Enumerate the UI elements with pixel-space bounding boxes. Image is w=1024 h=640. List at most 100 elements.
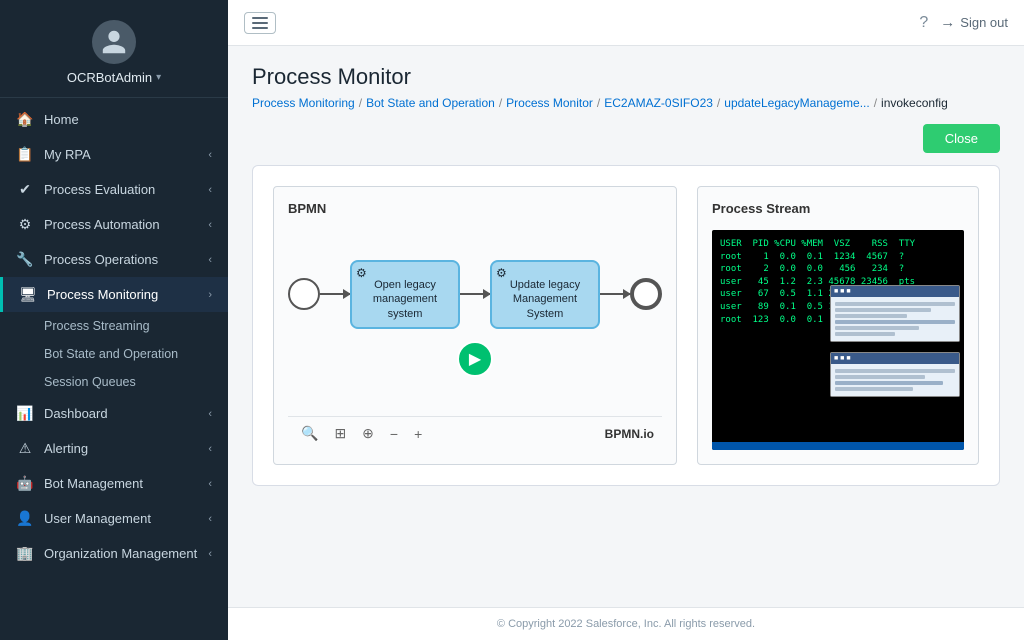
fake-window-title-text: ■ ■ ■ [834,288,851,295]
my-rpa-icon: 📋 [16,146,34,163]
bpmn-task-1[interactable]: ⚙ Open legacy management system [350,260,460,329]
fake-window-1-row-6 [835,332,895,336]
user-name-label[interactable]: OCRBotAdmin ▾ [67,70,161,85]
fake-window-1-row-3 [835,314,907,318]
help-button[interactable]: ? [919,14,928,32]
user-management-arrow: ‹ [208,513,212,525]
fake-window-2-row-3 [835,381,943,385]
process-operations-icon: 🔧 [16,251,34,268]
process-operations-arrow: ‹ [208,254,212,266]
sidebar-item-bot-management[interactable]: 🤖 Bot Management ‹ [0,466,228,501]
my-rpa-arrow: ‹ [208,149,212,161]
bpmn-settings-button[interactable]: ⊕ [357,423,379,444]
bpmn-layout-button[interactable]: ⊞ [329,423,351,444]
fake-window-1-row-4 [835,320,955,324]
signout-button[interactable]: → Sign out [940,14,1008,31]
breadcrumb-process-monitoring[interactable]: Process Monitoring [252,96,355,110]
signout-icon: → [940,14,955,31]
bpmn-start-event [288,278,320,310]
breadcrumb-sep-5: / [874,96,877,110]
close-button[interactable]: Close [923,124,1000,153]
organization-management-icon: 🏢 [16,545,34,562]
avatar [92,20,136,64]
breadcrumb-bot-state[interactable]: Bot State and Operation [366,96,495,110]
user-profile[interactable]: OCRBotAdmin ▾ [0,0,228,98]
sidebar-item-home[interactable]: 🏠 Home [0,102,228,137]
hamburger-line-2 [252,22,268,24]
bpmn-row: ⚙ Open legacy management system ⚙ Update… [288,260,662,329]
bpmn-arrow-1 [320,293,350,295]
process-operations-label: Process Operations [44,252,198,267]
breadcrumb-sep-4: / [717,96,720,110]
fake-window-1-body [831,297,959,341]
sidebar-item-process-monitoring[interactable]: 🖥 Process Monitoring › [0,277,228,312]
footer: © Copyright 2022 Salesforce, Inc. All ri… [228,607,1024,640]
breadcrumb-update-legacy[interactable]: updateLegacyManageme... [724,96,869,110]
bpmn-end-event [630,278,662,310]
breadcrumb-sep-1: / [359,96,362,110]
breadcrumb-ec2[interactable]: EC2AMAZ-0SIFO23 [604,96,713,110]
bpmn-task-1-icon: ⚙ [356,266,367,280]
breadcrumb-invokeconfig: invokeconfig [881,96,948,110]
alerting-arrow: ‹ [208,443,212,455]
stream-section: Process Stream USER PID %CPU %MEM VSZ RS… [697,186,979,465]
sidebar-item-dashboard[interactable]: 📊 Dashboard ‹ [0,396,228,431]
sidebar-sub-item-session-queues[interactable]: Session Queues [0,368,228,396]
monitor-panel: BPMN ⚙ Open legacy management system [252,165,1000,486]
fake-window-2-title: ■ ■ ■ [831,353,959,364]
my-rpa-label: My RPA [44,147,198,162]
dashboard-label: Dashboard [44,406,198,421]
alerting-icon: ⚠ [16,440,34,457]
process-monitoring-arrow: › [208,289,212,301]
bpmn-arrow-3 [600,293,630,295]
nav-section: 🏠 Home 📋 My RPA ‹ ✔ Process Evaluation ‹… [0,98,228,575]
process-monitoring-label: Process Monitoring [47,287,198,302]
fake-window-2-row-1 [835,369,955,373]
sidebar-item-process-evaluation[interactable]: ✔ Process Evaluation ‹ [0,172,228,207]
bpmn-zoom-in-button[interactable]: + [409,424,427,444]
fake-window-1: ■ ■ ■ [830,285,960,342]
sidebar-sub-item-process-streaming[interactable]: Process Streaming [0,312,228,340]
fake-window-2-row-4 [835,387,913,391]
fake-window-1-title: ■ ■ ■ [831,286,959,297]
fake-window-2: ■ ■ ■ [830,352,960,397]
organization-management-label: Organization Management [44,546,198,561]
page-title: Process Monitor [252,64,1000,90]
bpmn-search-button[interactable]: 🔍 [296,423,323,444]
bpmn-zoom-out-button[interactable]: − [385,424,403,444]
process-automation-label: Process Automation [44,217,198,232]
sidebar-sub-item-bot-state-operation[interactable]: Bot State and Operation [0,340,228,368]
bpmn-toolbar: 🔍 ⊞ ⊕ − + BPMN.io [288,416,662,450]
bpmn-arrowhead-3 [623,289,631,299]
sidebar-item-alerting[interactable]: ⚠ Alerting ‹ [0,431,228,466]
play-button[interactable]: ▶ [457,341,493,377]
sidebar-item-process-automation[interactable]: ⚙ Process Automation ‹ [0,207,228,242]
bot-management-icon: 🤖 [16,475,34,492]
stream-display: USER PID %CPU %MEM VSZ RSS TTY root 1 0.… [712,230,964,450]
fake-window-2-row-2 [835,375,925,379]
bpmn-arrow-2 [460,293,490,295]
bot-state-operation-sub-label: Bot State and Operation [44,347,178,361]
process-automation-icon: ⚙ [16,216,34,233]
terminal-blue-bar [712,442,964,450]
fake-window-2-body [831,364,959,396]
hamburger-line-1 [252,17,268,19]
sidebar-item-process-operations[interactable]: 🔧 Process Operations ‹ [0,242,228,277]
bot-management-arrow: ‹ [208,478,212,490]
signout-label: Sign out [960,15,1008,30]
breadcrumb: Process Monitoring / Bot State and Opera… [252,96,1000,110]
sidebar-item-organization-management[interactable]: 🏢 Organization Management ‹ [0,536,228,571]
breadcrumb-sep-3: / [597,96,600,110]
bpmn-task-2[interactable]: ⚙ Update legacy Management System [490,260,600,329]
user-icon [100,28,128,56]
terminal-overlays: ■ ■ ■ [830,285,960,397]
breadcrumb-process-monitor[interactable]: Process Monitor [506,96,593,110]
bpmn-task-1-label: Open legacy management system [360,278,450,321]
fake-window-2-title-text: ■ ■ ■ [834,355,851,362]
sidebar-item-user-management[interactable]: 👤 User Management ‹ [0,501,228,536]
menu-toggle-button[interactable] [244,12,276,34]
home-icon: 🏠 [16,111,34,128]
process-monitoring-icon: 🖥 [19,286,37,303]
sidebar-item-my-rpa[interactable]: 📋 My RPA ‹ [0,137,228,172]
play-button-wrapper: ▶ [457,341,493,377]
